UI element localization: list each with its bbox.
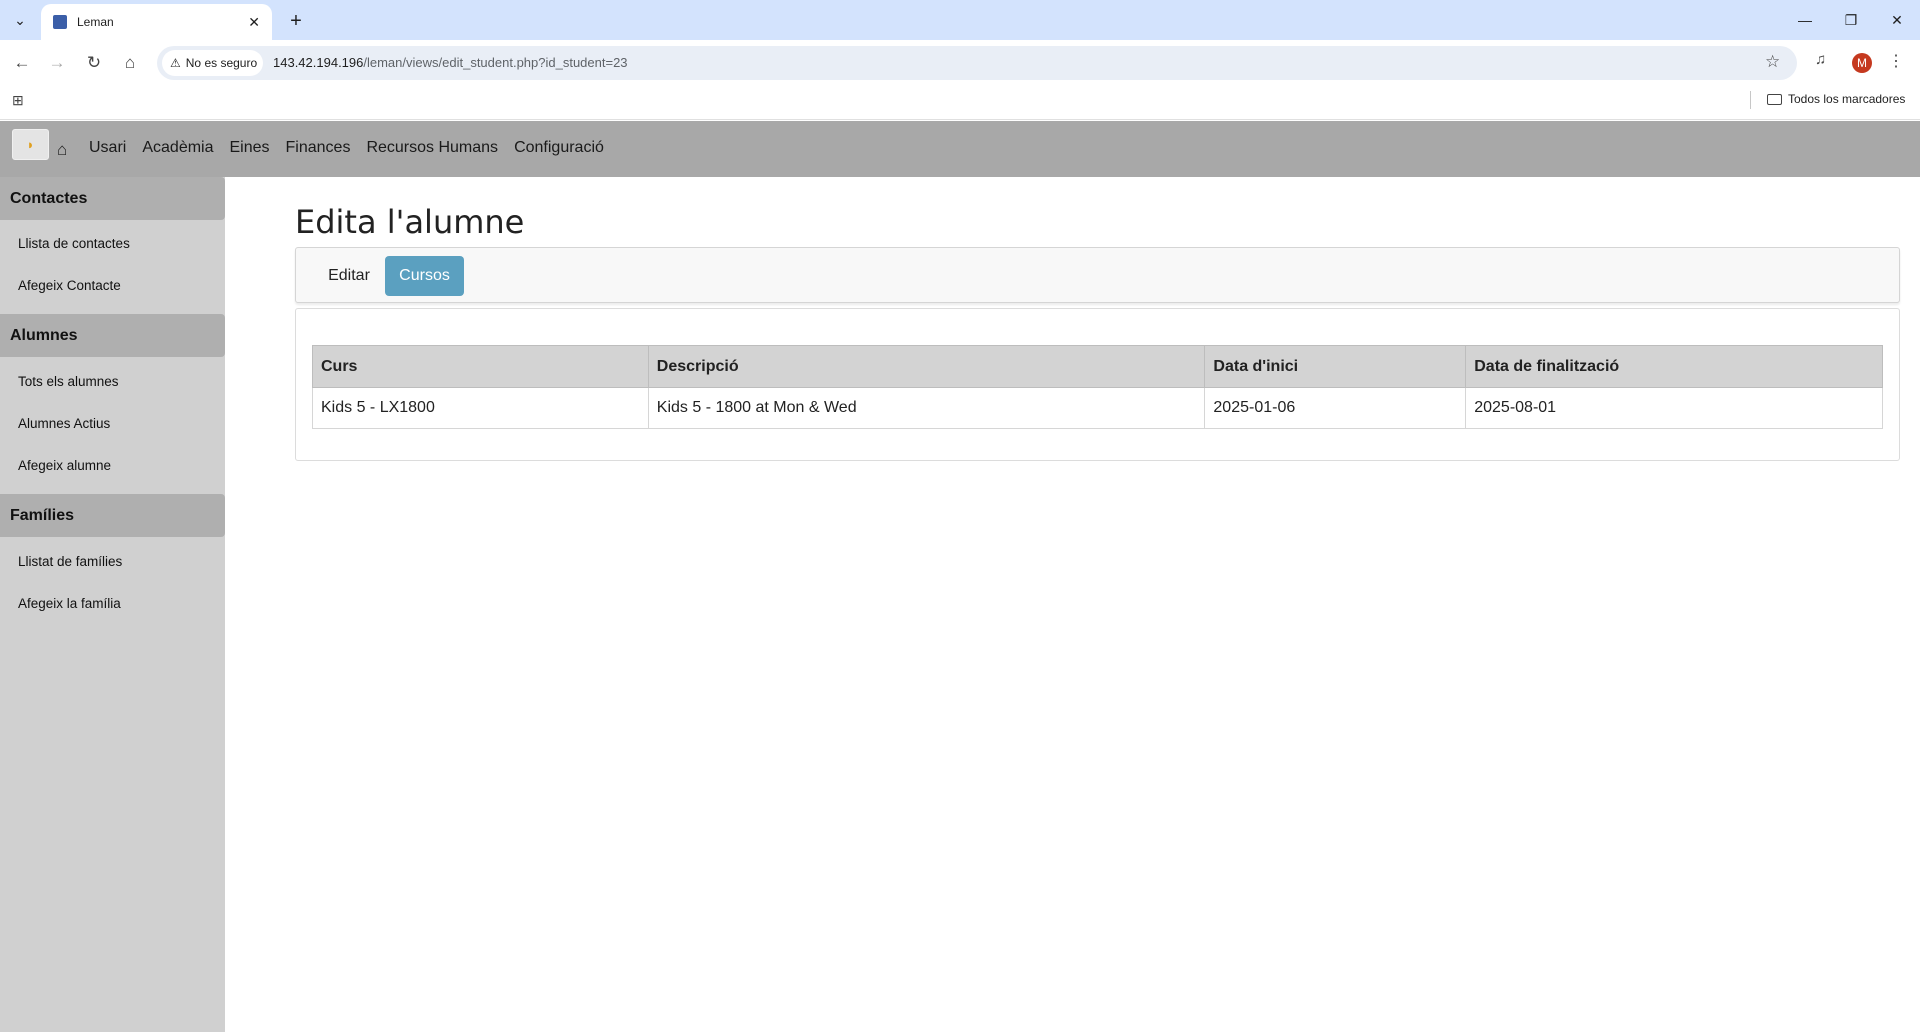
nav-finances[interactable]: Finances — [286, 139, 351, 157]
table-header-row: Curs Descripció Data d'inici Data de fin… — [312, 345, 1883, 388]
url-path: /leman/views/edit_student.php?id_student… — [363, 55, 628, 70]
nav-usari[interactable]: Usari — [89, 139, 126, 157]
warning-icon: ⚠ — [170, 56, 181, 70]
restore-icon[interactable]: ❐ — [1828, 0, 1874, 40]
courses-table: Curs Descripció Data d'inici Data de fin… — [312, 345, 1883, 429]
cell-descripcio: Kids 5 - 1800 at Mon & Wed — [647, 387, 1206, 429]
home-icon[interactable]: ⌂ — [117, 50, 143, 76]
nav-recursos-humans[interactable]: Recursos Humans — [366, 139, 498, 157]
nav-eines[interactable]: Eines — [230, 139, 270, 157]
sidebar-item-tots-alumnes[interactable]: Tots els alumnes — [18, 374, 119, 389]
tab-bar — [295, 247, 1900, 303]
sidebar-item-afegeix-familia[interactable]: Afegeix la família — [18, 596, 121, 611]
window-close-icon[interactable]: ✕ — [1874, 0, 1920, 40]
column-header-descripcio: Descripció — [647, 345, 1206, 388]
forward-arrow-icon[interactable]: → — [44, 50, 70, 76]
all-bookmarks-label: Todos los marcadores — [1788, 92, 1906, 106]
sidebar-item-alumnes-actius[interactable]: Alumnes Actius — [18, 416, 110, 431]
favicon-icon — [53, 15, 67, 29]
browser-tab[interactable]: Leman ✕ — [41, 4, 272, 40]
media-icon[interactable]: ♫ — [1815, 51, 1826, 68]
back-arrow-icon[interactable]: ← — [9, 50, 35, 76]
kebab-icon[interactable]: ⋮ — [1888, 51, 1904, 71]
apps-icon[interactable]: ⊞ — [12, 92, 24, 109]
sidebar-item-llista-contactes[interactable]: Llista de contactes — [18, 236, 130, 251]
star-icon[interactable]: ☆ — [1765, 52, 1780, 72]
minimize-icon[interactable]: — — [1782, 0, 1828, 40]
bookmarks-divider — [1750, 91, 1751, 109]
column-header-data-inici: Data d'inici — [1204, 345, 1467, 388]
table-row[interactable]: Kids 5 - LX1800 Kids 5 - 1800 at Mon & W… — [312, 387, 1883, 429]
tab-title: Leman — [77, 15, 114, 29]
profile-avatar[interactable]: M — [1852, 53, 1872, 73]
security-label: No es seguro — [185, 56, 258, 70]
tab-editar[interactable]: Editar — [314, 256, 384, 296]
all-bookmarks[interactable]: Todos los marcadores — [1767, 92, 1905, 106]
column-header-data-finalitzacio: Data de finalització — [1465, 345, 1883, 388]
tab-cursos[interactable]: Cursos — [385, 256, 464, 296]
cell-data-finalitzacio: 2025-08-01 — [1465, 387, 1883, 429]
sidebar-section-alumnes[interactable]: Alumnes — [0, 314, 225, 357]
tab-search-icon[interactable]: ⌄ — [8, 8, 32, 32]
sidebar-section-contactes[interactable]: Contactes — [0, 177, 225, 220]
sidebar-item-afegeix-alumne[interactable]: Afegeix alumne — [18, 458, 111, 473]
column-header-curs: Curs — [312, 345, 649, 388]
nav-configuracio[interactable]: Configuració — [514, 139, 604, 157]
main-nav: Usari Acadèmia Eines Finances Recursos H… — [89, 139, 604, 157]
nav-academia[interactable]: Acadèmia — [142, 139, 213, 157]
reload-icon[interactable]: ↻ — [81, 50, 107, 76]
url-host: 143.42.194.196 — [273, 55, 364, 70]
app-home-icon[interactable]: ⌂ — [57, 140, 67, 160]
url-text[interactable]: 143.42.194.196/leman/views/edit_student.… — [273, 55, 628, 70]
close-icon[interactable]: ✕ — [248, 14, 260, 31]
sidebar-item-llistat-families[interactable]: Llistat de famílies — [18, 554, 122, 569]
new-tab-button[interactable]: + — [283, 8, 309, 34]
folder-icon — [1767, 93, 1782, 105]
page-title: Edita l'alumne — [295, 203, 525, 241]
cell-curs: Kids 5 - LX1800 — [312, 387, 649, 429]
sidebar-section-families[interactable]: Famílies — [0, 494, 225, 537]
security-chip[interactable]: ⚠ No es seguro — [162, 50, 263, 76]
bookmarks-bar — [0, 85, 1920, 120]
sidebar-item-afegeix-contacte[interactable]: Afegeix Contacte — [18, 278, 121, 293]
cell-data-inici: 2025-01-06 — [1204, 387, 1467, 429]
brand-logo[interactable]: ◗ — [12, 129, 49, 160]
